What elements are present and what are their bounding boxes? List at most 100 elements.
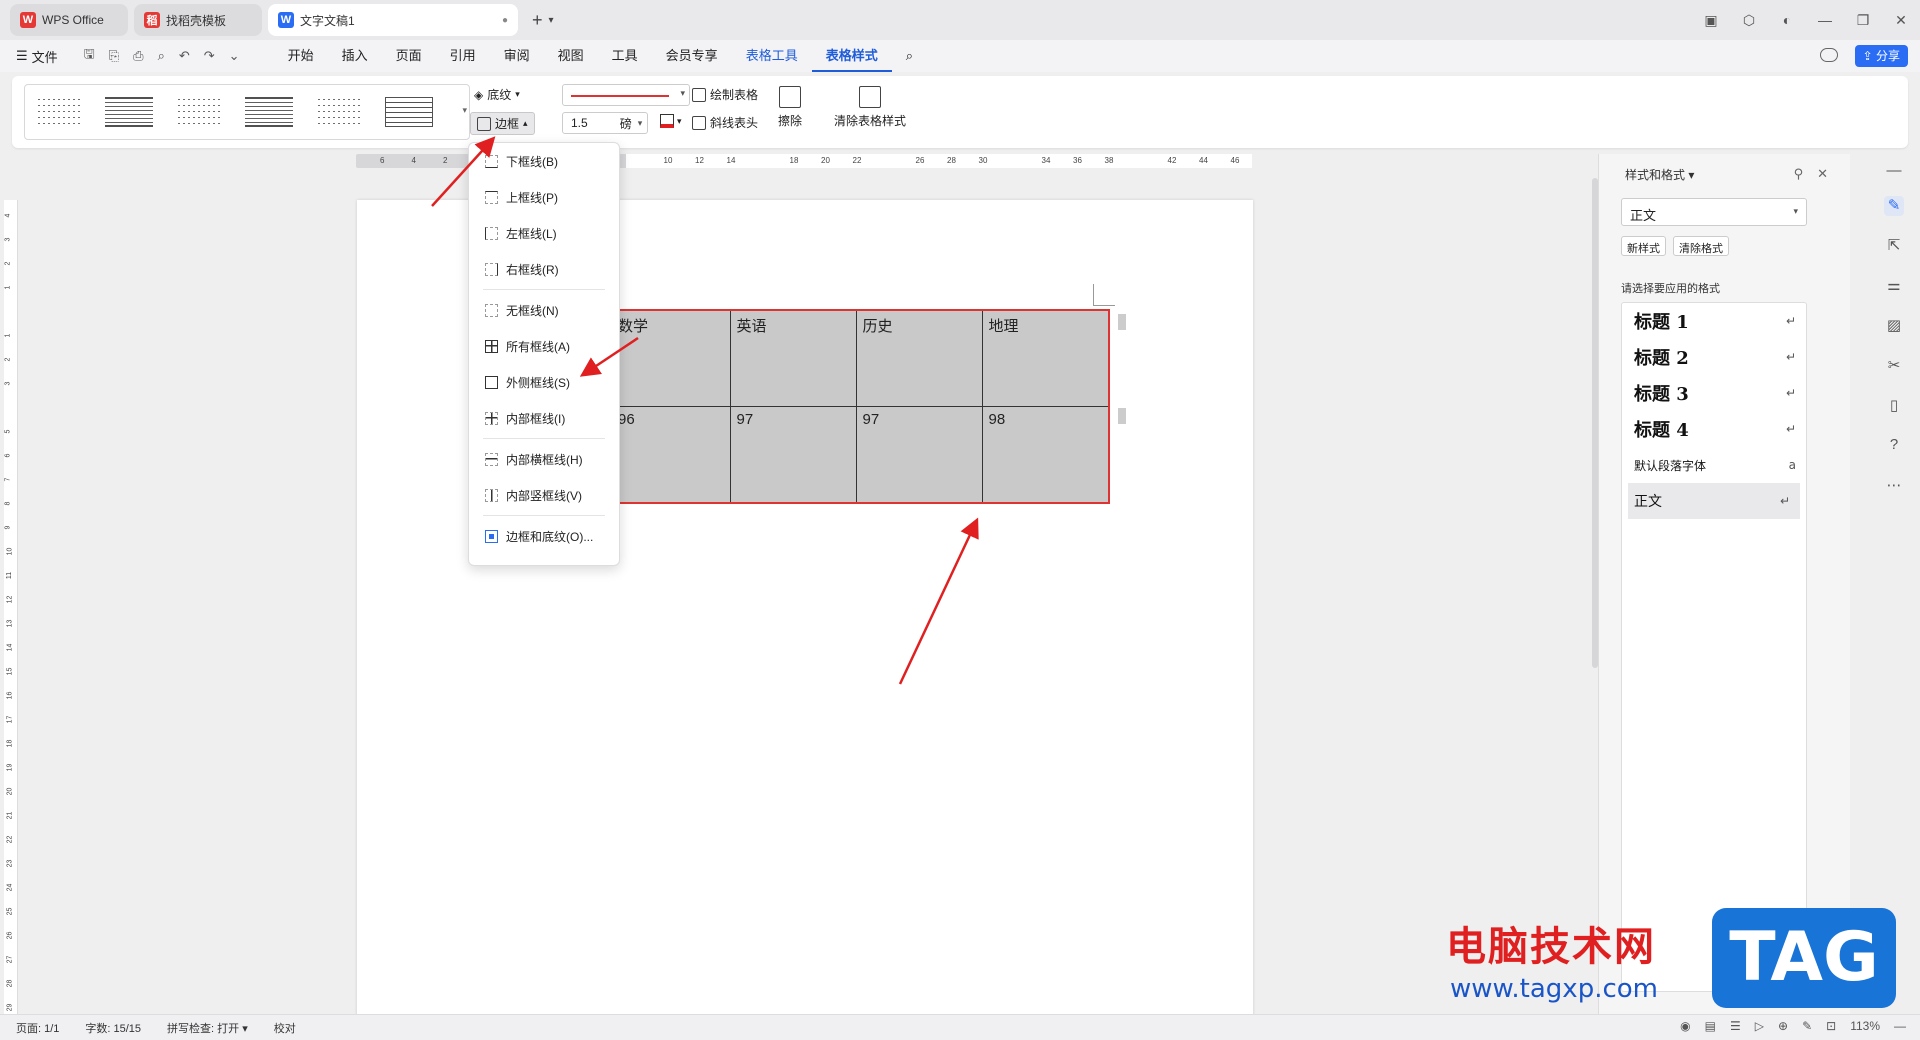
row-resize-handle[interactable]	[1118, 408, 1126, 424]
eraser-button[interactable]: 擦除	[778, 86, 802, 129]
more-chevron-icon[interactable]: ⌄	[229, 48, 240, 64]
tab-member[interactable]: 会员专享	[652, 40, 732, 72]
tab-document[interactable]: W 文字文稿1 ●	[268, 4, 518, 36]
minimize-icon[interactable]: —	[1806, 12, 1844, 28]
styles-panel-title[interactable]: 样式和格式 ▾	[1625, 166, 1694, 183]
draw-table-button[interactable]: 绘制表格	[692, 86, 758, 103]
play-icon[interactable]: ▷	[1755, 1019, 1764, 1033]
word-count[interactable]: 字数: 15/15	[85, 1020, 141, 1036]
chevron-down-icon[interactable]: ▾	[549, 15, 554, 26]
pen-color-button[interactable]: ▾	[660, 114, 682, 128]
menu-item-border-left[interactable]: 左框线(L)	[469, 215, 619, 251]
list-item[interactable]: 标题 3 ↵	[1622, 375, 1806, 411]
menu-item-border-outer[interactable]: 外侧框线(S)	[469, 364, 619, 400]
line-style-select[interactable]: ▾	[562, 84, 690, 106]
clear-table-style-button[interactable]: 清除表格样式	[834, 86, 906, 129]
share-button[interactable]: ⇪ 分享	[1854, 45, 1908, 67]
unsaved-dot-icon[interactable]: ●	[502, 15, 508, 26]
menu-item-border-none[interactable]: 无框线(N)	[469, 292, 619, 328]
table-cell[interactable]: 英语	[729, 310, 857, 407]
spell-check[interactable]: 拼写检查: 打开 ▾	[167, 1020, 248, 1036]
tab-insert[interactable]: 插入	[328, 40, 382, 72]
layout-icon[interactable]: ▣	[1692, 12, 1730, 29]
tab-table-style[interactable]: 表格样式	[811, 40, 892, 72]
list-item[interactable]: 默认段落字体 a	[1622, 447, 1806, 483]
zoom-level[interactable]: 113%	[1850, 1019, 1880, 1033]
table-style-thumb[interactable]	[35, 99, 83, 125]
document-table[interactable]: 数学 英语 历史 地理 96 97 97 98	[611, 309, 1110, 504]
print-icon[interactable]: ⎙	[133, 48, 143, 64]
diagonal-header-button[interactable]: 斜线表头	[692, 114, 758, 131]
eye-icon[interactable]: ◉	[1680, 1019, 1690, 1033]
table-cell[interactable]: 98	[981, 406, 1109, 503]
tab-review[interactable]: 审阅	[490, 40, 544, 72]
outline-view-icon[interactable]: ☰	[1730, 1019, 1741, 1033]
menu-item-borders-shading-dialog[interactable]: 边框和底纹(O)...	[469, 518, 619, 554]
tab-page[interactable]: 页面	[382, 40, 436, 72]
page-count[interactable]: 页面: 1/1	[16, 1020, 59, 1036]
help-icon[interactable]: ?	[1884, 436, 1904, 456]
book-icon[interactable]: ▯	[1884, 396, 1904, 416]
export-pdf-icon[interactable]: ⎘	[109, 48, 119, 64]
table-cell[interactable]: 97	[855, 406, 983, 503]
table-style-thumb[interactable]	[245, 97, 293, 127]
cube-icon[interactable]: ⬡	[1730, 12, 1768, 29]
vertical-ruler[interactable]: 4 3 2 1 1 2 3 5 6 7 8 9 10 11 12 13 14 15 16 17 18 19 20 21 22 23…	[4, 200, 18, 1020]
tab-tools[interactable]: 工具	[598, 40, 652, 72]
menu-item-border-bottom[interactable]: 下框线(B)	[469, 143, 619, 179]
new-tab-icon[interactable]: +	[532, 10, 543, 31]
menu-item-border-inner-v[interactable]: 内部竖框线(V)	[469, 477, 619, 513]
table-style-thumb[interactable]	[105, 97, 153, 127]
tab-wps-office[interactable]: W WPS Office	[10, 4, 128, 36]
list-item[interactable]: 标题 1 ↵	[1622, 303, 1806, 339]
pen-icon[interactable]: ✎	[1802, 1019, 1812, 1033]
collapse-icon[interactable]: —	[1884, 162, 1904, 182]
tab-references[interactable]: 引用	[436, 40, 490, 72]
image-edit-icon[interactable]: ▨	[1884, 316, 1904, 336]
menu-item-border-inner-h[interactable]: 内部横框线(H)	[469, 441, 619, 477]
menu-item-border-right[interactable]: 右框线(R)	[469, 251, 619, 287]
table-style-thumb[interactable]	[315, 99, 363, 125]
web-view-icon[interactable]: ⊕	[1778, 1019, 1788, 1033]
menu-item-border-all[interactable]: 所有框线(A)	[469, 328, 619, 364]
list-item[interactable]: 标题 4 ↵	[1622, 411, 1806, 447]
tab-table-tools[interactable]: 表格工具	[732, 40, 812, 72]
search-icon[interactable]: ⌕	[892, 40, 927, 72]
tab-view[interactable]: 视图	[544, 40, 598, 72]
cloud-icon[interactable]	[1820, 48, 1838, 62]
border-button[interactable]: 边框 ▴	[470, 112, 535, 135]
adjust-icon[interactable]: ⚌	[1884, 276, 1904, 296]
table-cell[interactable]: 96	[612, 406, 731, 503]
row-resize-handle[interactable]	[1118, 314, 1126, 330]
table-cell[interactable]: 97	[729, 406, 857, 503]
page-view-icon[interactable]: ▤	[1705, 1019, 1716, 1033]
current-style-select[interactable]: 正文 ▾	[1621, 198, 1807, 226]
proofread[interactable]: 校对	[274, 1020, 296, 1036]
line-width-select[interactable]: 1.5 磅 ▾	[562, 112, 648, 134]
redo-icon[interactable]: ↷	[204, 48, 215, 64]
table-style-thumb[interactable]	[385, 97, 433, 127]
table-style-thumb[interactable]	[175, 99, 223, 125]
undo-icon[interactable]: ↶	[179, 48, 190, 64]
select-cursor-icon[interactable]: ⇱	[1884, 236, 1904, 256]
table-cell[interactable]: 数学	[612, 310, 731, 407]
tab-home[interactable]: 开始	[274, 40, 328, 72]
styles-pen-icon[interactable]: ✎	[1884, 196, 1904, 216]
menu-item-border-top[interactable]: 上框线(P)	[469, 179, 619, 215]
save-icon[interactable]: 🖫	[84, 45, 95, 67]
restore-icon[interactable]: ❐	[1844, 12, 1882, 29]
table-cell[interactable]: 历史	[855, 310, 983, 407]
file-menu[interactable]: ☰ 文件	[16, 47, 58, 66]
tools-icon[interactable]: ✂	[1884, 356, 1904, 376]
close-icon[interactable]: ✕	[1817, 166, 1828, 182]
gallery-expand-icon[interactable]: ▾	[462, 105, 467, 116]
table-cell[interactable]: 地理	[981, 310, 1109, 407]
shading-button[interactable]: ◈ 底纹 ▾	[474, 86, 520, 103]
avatar[interactable]: ◐	[1768, 12, 1806, 28]
new-style-button[interactable]: 新样式	[1621, 236, 1666, 256]
menu-item-border-inner[interactable]: 内部框线(I)	[469, 400, 619, 436]
pin-icon[interactable]: ⚲	[1794, 166, 1804, 182]
fit-icon[interactable]: ⊡	[1826, 1019, 1836, 1033]
tab-template[interactable]: 稻 找稻壳模板	[134, 4, 262, 36]
print-preview-icon[interactable]: ⌕	[158, 48, 165, 64]
